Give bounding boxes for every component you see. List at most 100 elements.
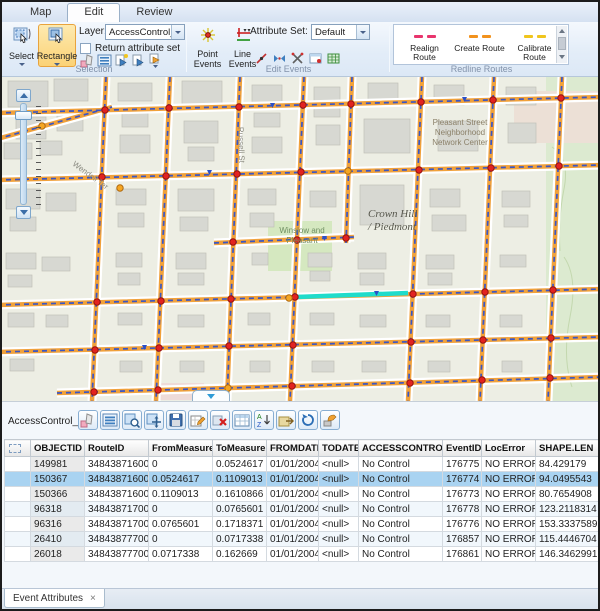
table-cell[interactable]: 34843871600: [85, 472, 149, 487]
table-cell[interactable]: 150367: [31, 472, 85, 487]
table-cell[interactable]: 01/01/2004: [267, 457, 319, 472]
layer-combobox[interactable]: AccessControl_A: [105, 24, 185, 40]
column-header[interactable]: OBJECTID: [31, 440, 85, 457]
tab-review[interactable]: Review: [120, 4, 188, 22]
zoom-slider[interactable]: [14, 89, 44, 219]
table-cell[interactable]: 146.3462991: [536, 547, 600, 562]
table-cell[interactable]: NO ERROR: [482, 517, 536, 532]
zoom-to-selection-button[interactable]: [122, 410, 142, 430]
table-cell[interactable]: No Control: [359, 532, 443, 547]
table-cell[interactable]: 176857: [443, 532, 482, 547]
remove-from-selection-button[interactable]: [210, 410, 230, 430]
table-cell[interactable]: 150366: [31, 487, 85, 502]
realign-route-button[interactable]: Realign Route: [398, 26, 451, 63]
table-cell[interactable]: 01/01/2004: [267, 547, 319, 562]
column-header[interactable]: TODATE: [319, 440, 359, 457]
table-cell[interactable]: 0: [149, 532, 213, 547]
attributes-list-button[interactable]: [100, 410, 120, 430]
table-cell[interactable]: NO ERROR: [482, 472, 536, 487]
table-cell[interactable]: 34843871600: [85, 457, 149, 472]
tab-map[interactable]: Map: [14, 4, 67, 22]
table-cell[interactable]: 26018: [31, 547, 85, 562]
panel-collapse-handle[interactable]: [192, 390, 230, 401]
table-cell[interactable]: 0.0524617: [149, 472, 213, 487]
table-cell[interactable]: NO ERROR: [482, 457, 536, 472]
rectangle-button[interactable]: Rectangle: [38, 24, 76, 67]
scroll-thumb[interactable]: [558, 37, 566, 50]
column-header[interactable]: EventID: [443, 440, 482, 457]
table-row[interactable]: 1499813484387160000.052461701/01/2004<nu…: [5, 457, 600, 472]
calibrate-route-button[interactable]: Calibrate Route: [508, 26, 561, 63]
table-cell[interactable]: 176775: [443, 457, 482, 472]
column-header[interactable]: RouteID: [85, 440, 149, 457]
row-selector[interactable]: [5, 517, 31, 532]
column-header[interactable]: LocError: [482, 440, 536, 457]
table-cell[interactable]: 153.3337589: [536, 517, 600, 532]
map-view[interactable]: Wendell Ter Russell St Pleasant Street N…: [2, 77, 598, 401]
table-cell[interactable]: <null>: [319, 502, 359, 517]
table-cell[interactable]: 0.0524617: [213, 457, 267, 472]
table-cell[interactable]: 26410: [31, 532, 85, 547]
table-cell[interactable]: 01/01/2004: [267, 502, 319, 517]
table-cell[interactable]: 0.162669: [213, 547, 267, 562]
edit-attributes-button[interactable]: [188, 410, 208, 430]
table-cell[interactable]: 01/01/2004: [267, 532, 319, 547]
table-row[interactable]: 963183484387170000.076560101/01/2004<nul…: [5, 502, 600, 517]
table-cell[interactable]: <null>: [319, 487, 359, 502]
table-cell[interactable]: 94.0495543: [536, 472, 600, 487]
zoom-handle[interactable]: [15, 111, 32, 120]
tab-edit[interactable]: Edit: [67, 3, 120, 22]
table-cell[interactable]: 01/01/2004: [267, 517, 319, 532]
attribute-set-combobox[interactable]: Default: [311, 24, 370, 40]
table-cell[interactable]: 80.7654908: [536, 487, 600, 502]
table-cell[interactable]: 34843871700: [85, 517, 149, 532]
table-cell[interactable]: 115.4446704: [536, 532, 600, 547]
save-button[interactable]: [166, 410, 186, 430]
sort-records-button[interactable]: AZ: [254, 410, 274, 430]
row-selector[interactable]: [5, 472, 31, 487]
table-cell[interactable]: No Control: [359, 487, 443, 502]
table-cell[interactable]: NO ERROR: [482, 487, 536, 502]
table-cell[interactable]: 0: [149, 502, 213, 517]
row-selector[interactable]: [5, 457, 31, 472]
select-all-header[interactable]: [5, 440, 31, 457]
map-canvas[interactable]: Wendell Ter Russell St Pleasant Street N…: [2, 77, 598, 401]
column-header[interactable]: ToMeasure: [213, 440, 267, 457]
table-cell[interactable]: 176778: [443, 502, 482, 517]
table-row[interactable]: 26018348438777000.07173380.16266901/01/2…: [5, 547, 600, 562]
table-cell[interactable]: 96316: [31, 517, 85, 532]
table-cell[interactable]: NO ERROR: [482, 502, 536, 517]
table-cell[interactable]: 0: [149, 457, 213, 472]
table-cell[interactable]: 01/01/2004: [267, 472, 319, 487]
table-cell[interactable]: 149981: [31, 457, 85, 472]
pan-to-selection-button[interactable]: [144, 410, 164, 430]
table-cell[interactable]: 96318: [31, 502, 85, 517]
create-route-button[interactable]: Create Route: [453, 26, 506, 63]
table-row[interactable]: 264103484387770000.071733801/01/2004<nul…: [5, 532, 600, 547]
row-selector[interactable]: [5, 502, 31, 517]
row-selector[interactable]: [5, 487, 31, 502]
table-cell[interactable]: 01/01/2004: [267, 487, 319, 502]
export-records-button[interactable]: [276, 410, 296, 430]
table-cell[interactable]: No Control: [359, 472, 443, 487]
table-cell[interactable]: 0.1109013: [213, 472, 267, 487]
column-header[interactable]: ACCESSCONTROL: [359, 440, 443, 457]
table-cell[interactable]: 0.0717338: [149, 547, 213, 562]
table-cell[interactable]: 0.1610866: [213, 487, 267, 502]
table-cell[interactable]: 34843871600: [85, 487, 149, 502]
table-cell[interactable]: <null>: [319, 472, 359, 487]
table-cell[interactable]: NO ERROR: [482, 532, 536, 547]
table-cell[interactable]: 0.0717338: [213, 532, 267, 547]
table-cell[interactable]: <null>: [319, 457, 359, 472]
scroll-up-icon[interactable]: [559, 29, 565, 33]
table-cell[interactable]: No Control: [359, 547, 443, 562]
table-cell[interactable]: <null>: [319, 517, 359, 532]
table-row[interactable]: 150366348438716000.11090130.161086601/01…: [5, 487, 600, 502]
close-icon[interactable]: ×: [90, 593, 96, 604]
table-cell[interactable]: <null>: [319, 547, 359, 562]
table-cell[interactable]: No Control: [359, 457, 443, 472]
column-header[interactable]: FromMeasure: [149, 440, 213, 457]
table-cell[interactable]: 0.0765601: [149, 517, 213, 532]
gallery-scrollbar[interactable]: [556, 26, 567, 63]
refresh-button[interactable]: [298, 410, 318, 430]
